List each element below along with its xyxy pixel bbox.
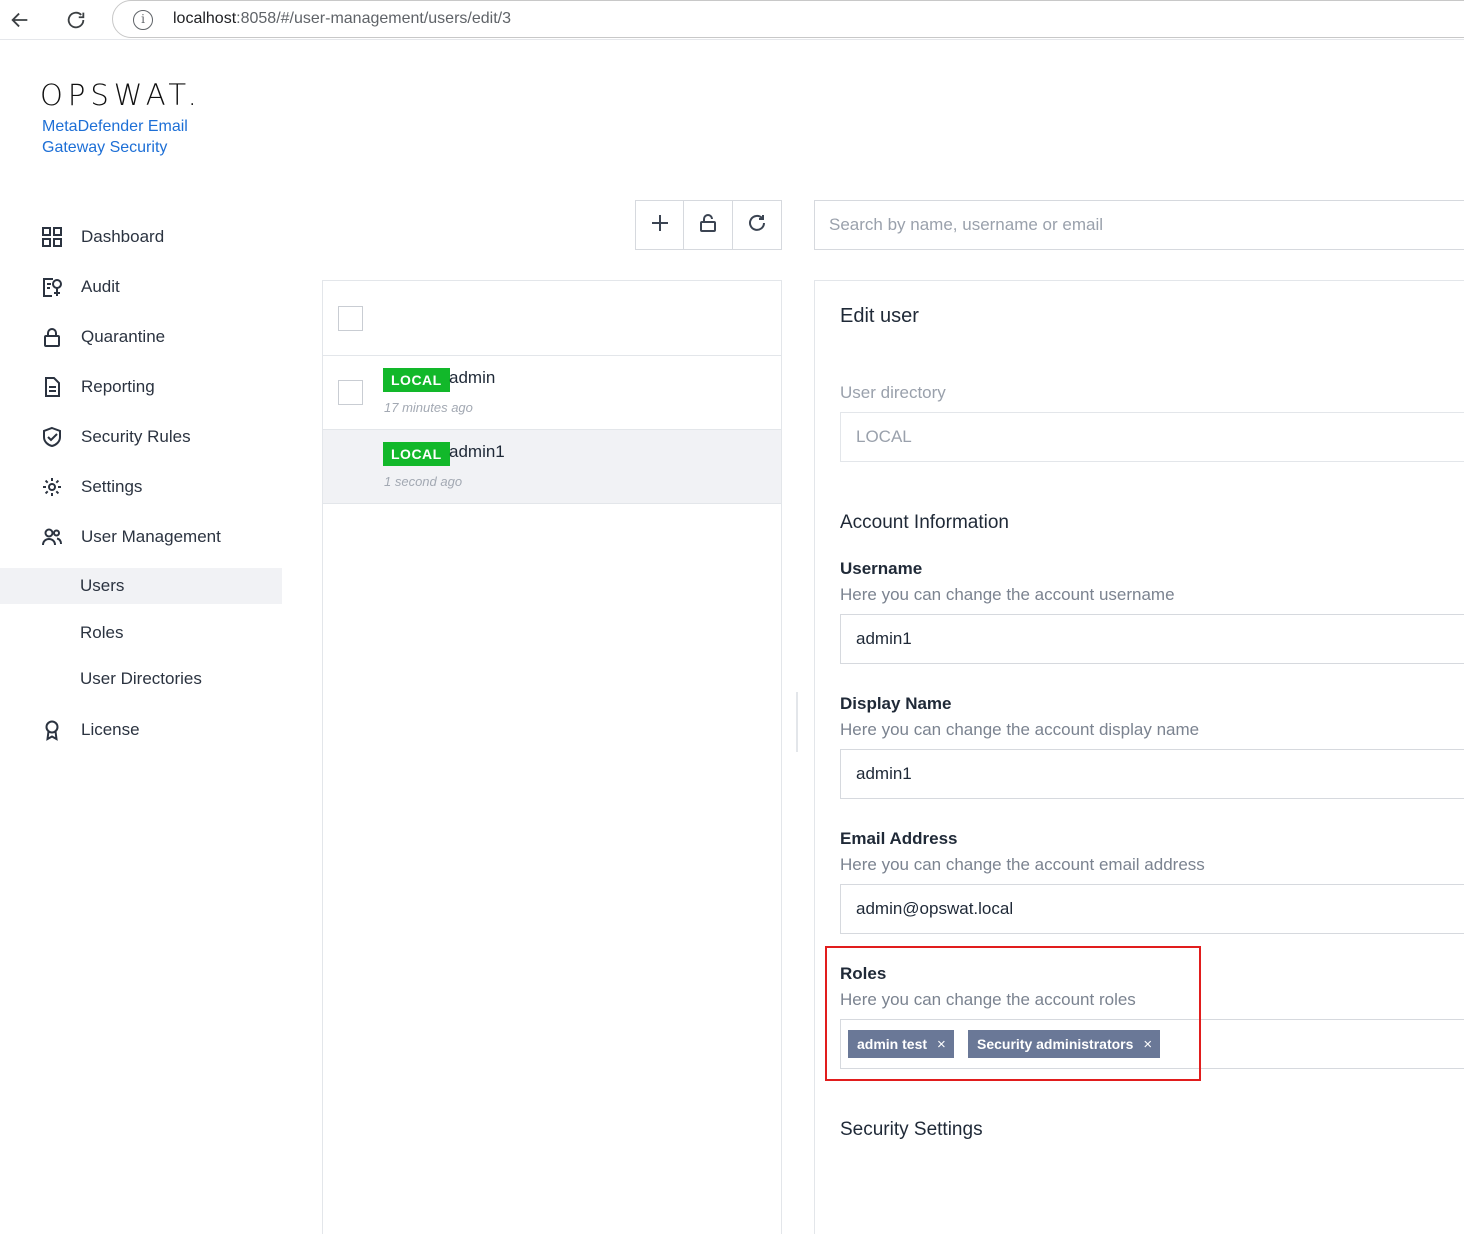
user-source-badge: LOCAL: [383, 368, 450, 392]
roles-help: Here you can change the account roles: [840, 990, 1136, 1009]
add-user-button[interactable]: [636, 201, 685, 249]
sidebar-subitem-label: Users: [80, 576, 125, 595]
roles-label: Roles: [840, 964, 887, 983]
role-chip-label: Security administrators: [977, 1036, 1134, 1052]
username-field[interactable]: [840, 614, 1464, 664]
user-row-admin[interactable]: LOCAL admin 17 minutes ago: [323, 356, 781, 430]
browser-toolbar: i localhost:8058/#/user-management/users…: [0, 0, 1464, 40]
product-name: MetaDefender Email Gateway Security: [42, 118, 188, 156]
user-directory-label: User directory: [840, 383, 946, 402]
unlock-user-button[interactable]: [684, 201, 733, 249]
sidebar-item-license[interactable]: License: [0, 709, 282, 749]
audit-icon: [41, 276, 63, 298]
user-name: admin1: [449, 442, 505, 461]
address-bar[interactable]: i localhost:8058/#/user-management/users…: [112, 0, 1464, 38]
sidebar-subitem-label: Roles: [80, 623, 124, 642]
role-chip: Security administrators ×: [968, 1030, 1161, 1059]
email-field[interactable]: [840, 884, 1464, 934]
list-header: [323, 281, 781, 356]
lock-icon: [41, 326, 63, 348]
sidebar-item-dashboard[interactable]: Dashboard: [0, 216, 282, 256]
display-name-label: Display Name: [840, 694, 952, 713]
select-all-checkbox[interactable]: [338, 306, 363, 331]
row-checkbox[interactable]: [338, 380, 363, 405]
username-help: Here you can change the account username: [840, 585, 1175, 604]
sidebar-item-security-rules[interactable]: Security Rules: [0, 416, 282, 456]
sidebar-item-label: License: [81, 720, 140, 739]
site-info-icon[interactable]: i: [133, 10, 153, 30]
unlock-icon: [698, 213, 718, 238]
sidebar-item-label: Dashboard: [81, 227, 165, 246]
roles-multiselect[interactable]: admin test × Security administrators ×: [840, 1019, 1464, 1069]
back-arrow-icon[interactable]: [6, 6, 34, 34]
sidebar-item-label: Security Rules: [81, 427, 191, 446]
sidebar-item-quarantine[interactable]: Quarantine: [0, 316, 282, 356]
security-settings-heading: Security Settings: [840, 1119, 983, 1140]
remove-role-icon[interactable]: ×: [937, 1031, 946, 1059]
gear-icon: [41, 476, 63, 498]
user-name: admin: [449, 368, 496, 387]
sidebar-item-settings[interactable]: Settings: [0, 466, 282, 506]
user-row-admin1[interactable]: LOCAL admin1 1 second ago: [323, 430, 781, 504]
sidebar-item-label: Reporting: [81, 377, 155, 396]
refresh-icon: [747, 213, 767, 238]
shield-check-icon: [41, 426, 63, 448]
role-chip: admin test ×: [848, 1030, 954, 1058]
sidebar-item-label: Settings: [81, 477, 143, 496]
display-name-field[interactable]: [840, 749, 1464, 799]
remove-role-icon[interactable]: ×: [1143, 1031, 1152, 1059]
account-information-heading: Account Information: [840, 512, 1009, 533]
sidebar-subitem-roles[interactable]: Roles: [0, 615, 282, 651]
sidebar-subitem-users[interactable]: Users: [0, 568, 282, 604]
user-list-toolbar: [635, 200, 782, 250]
user-source-badge: LOCAL: [383, 442, 450, 466]
opswat-logo: OPSWAT.: [40, 78, 202, 112]
users-icon: [41, 526, 63, 548]
report-document-icon: [41, 376, 63, 398]
sidebar-item-label: Audit: [81, 277, 120, 296]
sidebar-subitem-user-directories[interactable]: User Directories: [0, 661, 282, 697]
display-name-help: Here you can change the account display …: [840, 720, 1200, 739]
sidebar-item-label: User Management: [81, 527, 221, 546]
sidebar-item-label: Quarantine: [81, 327, 166, 346]
url-text: localhost:8058/#/user-management/users/e…: [173, 10, 511, 27]
search-input[interactable]: [814, 200, 1464, 250]
dashboard-grid-icon: [41, 226, 63, 248]
role-chip-label: admin test: [857, 1036, 928, 1052]
sidebar-item-audit[interactable]: Audit: [0, 266, 282, 306]
panel-splitter[interactable]: [796, 692, 798, 752]
user-directory-field: [840, 412, 1464, 462]
user-list-panel: LOCAL admin 17 minutes ago LOCAL admin1 …: [322, 280, 782, 1234]
sidebar-item-reporting[interactable]: Reporting: [0, 366, 282, 406]
username-label: Username: [840, 559, 923, 578]
sidebar-item-user-management[interactable]: User Management: [0, 516, 282, 556]
reload-icon[interactable]: [62, 6, 90, 34]
refresh-button[interactable]: [733, 201, 781, 249]
email-label: Email Address: [840, 829, 958, 848]
user-timestamp: 1 second ago: [384, 474, 463, 489]
edit-user-title: Edit user: [840, 305, 919, 327]
award-ribbon-icon: [41, 719, 63, 741]
plus-icon: [650, 213, 670, 238]
sidebar-subitem-label: User Directories: [80, 669, 202, 688]
user-timestamp: 17 minutes ago: [384, 400, 473, 415]
email-help: Here you can change the account email ad…: [840, 855, 1205, 874]
